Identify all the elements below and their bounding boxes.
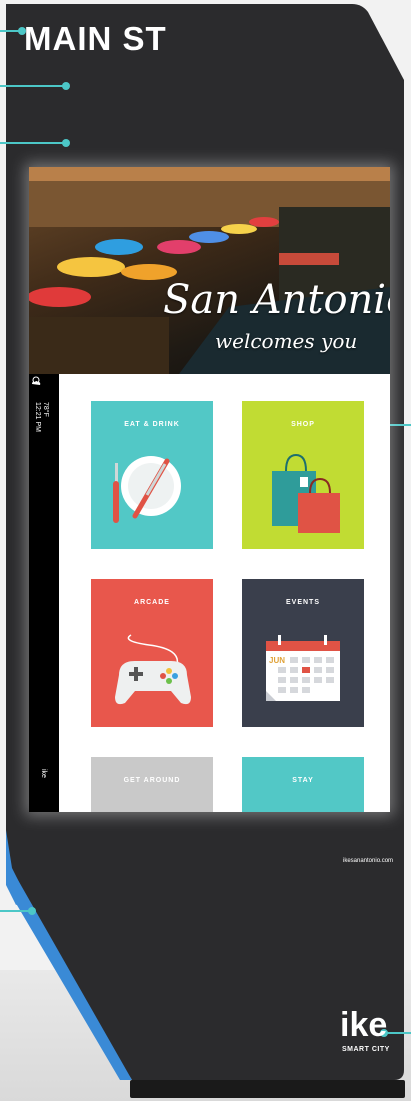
hero-banner: San Antonio welcomes you — [29, 167, 390, 374]
tile-stay[interactable]: STAY — [242, 757, 364, 812]
callout-line — [384, 1032, 411, 1034]
tile-get-around[interactable]: GET AROUND — [91, 757, 213, 812]
tile-label: SHOP — [291, 421, 315, 428]
website-url: ikesanantonio.com — [343, 858, 394, 864]
ike-logo: ike — [340, 1006, 388, 1044]
tile-arcade[interactable]: ARCADE — [91, 579, 213, 727]
clock-time: 12:21 PM — [34, 402, 41, 432]
temperature: 78°F — [42, 402, 49, 417]
tile-eat-drink[interactable]: EAT & DRINK — [91, 401, 213, 549]
tile-events[interactable]: JUN EVENTS — [242, 579, 364, 727]
callout-dot — [18, 27, 26, 35]
callout-dot — [28, 907, 36, 915]
kiosk-body: MAIN ST San Antonio welcomes you 12:21 P… — [0, 0, 411, 1085]
calendar-month: JUN — [269, 656, 285, 665]
tile-background — [242, 757, 364, 812]
location-title: MAIN ST — [24, 20, 167, 57]
tile-label: GET AROUND — [123, 777, 181, 784]
cloud-sun-icon — [32, 376, 41, 385]
callout-dot — [62, 82, 70, 90]
tile-label: EAT & DRINK — [124, 421, 180, 428]
category-grid: EAT & DRINK SHOP ARCADE JUN EVENTS GET A… — [59, 374, 390, 812]
hero-headline: San Antonio — [163, 277, 390, 323]
status-strip: 12:21 PM 78°F ike — [29, 374, 59, 812]
logo-tagline: SMART CITY — [342, 1046, 390, 1053]
callout-line — [0, 142, 66, 144]
calendar-icon — [266, 635, 340, 701]
callout-line — [0, 85, 66, 87]
brand-mark: ike — [40, 769, 47, 778]
tile-shop[interactable]: SHOP — [242, 401, 364, 549]
callout-dot — [62, 139, 70, 147]
kiosk-screen: San Antonio welcomes you 12:21 PM 78°F i… — [29, 167, 390, 812]
tile-label: STAY — [292, 777, 314, 784]
tile-label: ARCADE — [134, 599, 170, 606]
hero-subline: welcomes you — [215, 329, 358, 353]
tile-background — [91, 757, 213, 812]
tile-label: EVENTS — [285, 599, 320, 606]
